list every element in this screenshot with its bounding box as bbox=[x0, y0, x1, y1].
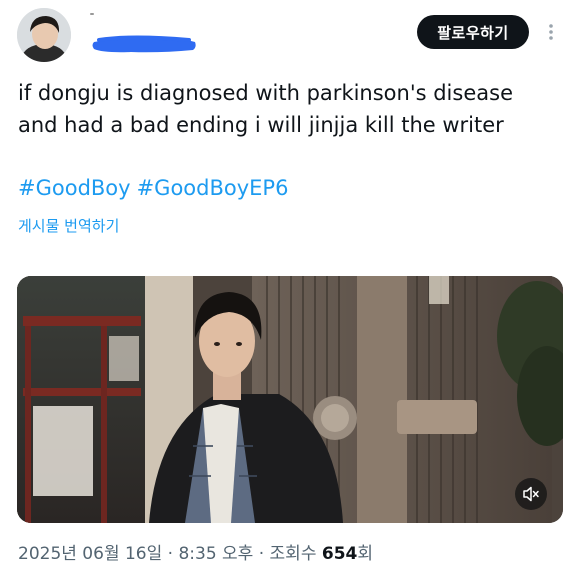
tweet-meta: 2025년 06월 16일 · 8:35 오후 · 조회수 654회 bbox=[18, 541, 373, 567]
view-count-suffix: 회 bbox=[357, 544, 374, 564]
redacted-username bbox=[92, 35, 196, 53]
speaker-muted-icon bbox=[523, 486, 539, 502]
name-dot bbox=[90, 13, 94, 15]
hashtag-link[interactable]: #GoodBoyEP6 bbox=[137, 176, 289, 200]
mute-button[interactable] bbox=[515, 478, 547, 510]
view-count: 654 bbox=[321, 544, 358, 564]
follow-button[interactable]: 팔로우하기 bbox=[417, 15, 529, 49]
timestamp[interactable]: 2025년 06월 16일 · 8:35 오후 · 조회수 bbox=[18, 544, 322, 564]
more-options-icon[interactable] bbox=[544, 20, 558, 44]
avatar-photo bbox=[17, 8, 71, 62]
translate-post-link[interactable]: 게시물 번역하기 bbox=[18, 215, 119, 237]
tweet-text-line-2: and had a bad ending i will jinjja kill … bbox=[18, 113, 504, 137]
video-player[interactable] bbox=[17, 276, 563, 523]
video-frame bbox=[17, 276, 563, 523]
hashtag-link[interactable]: #GoodBoy bbox=[18, 176, 131, 200]
tweet-text: if dongju is diagnosed with parkinson's … bbox=[18, 77, 568, 141]
hashtags: #GoodBoy #GoodBoyEP6 bbox=[18, 172, 294, 204]
avatar[interactable] bbox=[17, 8, 71, 62]
tweet-text-line-1: if dongju is diagnosed with parkinson's … bbox=[18, 81, 513, 105]
